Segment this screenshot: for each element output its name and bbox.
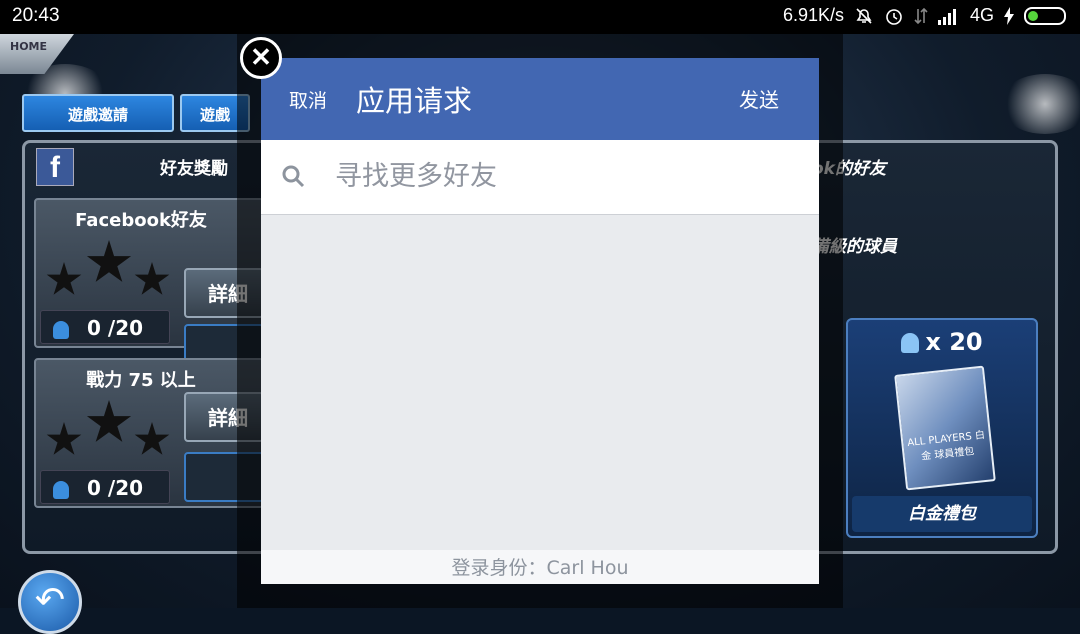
card-title: 戰力 75 以上 — [86, 370, 196, 391]
clock: 20:43 — [12, 5, 60, 26]
prize-pack-image: ALL PLAYERS 白金 球員禮包 — [894, 365, 996, 491]
prize-count: x 20 — [848, 328, 1036, 356]
status-bar: 20:43 6.91K/s 4G — [0, 0, 1080, 34]
user-icon — [53, 480, 69, 499]
signal-icon — [937, 8, 956, 25]
reward-title: 好友獎勵 — [160, 159, 228, 179]
cancel-button[interactable]: 取消 — [289, 86, 327, 113]
close-dialog-button[interactable]: ✕ — [240, 37, 282, 79]
back-button[interactable]: ↶ — [18, 570, 82, 634]
count-total: /20 — [107, 316, 144, 340]
dialog-header: 取消 应用请求 发送 — [261, 58, 819, 140]
data-icon — [914, 7, 928, 24]
stadium-light — [1000, 74, 1080, 134]
card-title: Facebook好友 — [75, 210, 207, 231]
search-icon — [282, 165, 305, 188]
search-input[interactable] — [335, 156, 775, 196]
friend-list[interactable] — [261, 215, 819, 550]
user-icon — [53, 320, 69, 339]
stars-icon — [46, 400, 170, 460]
logged-in-as: 登录身份：Carl Hou — [261, 550, 819, 584]
tab-game-invite[interactable]: 遊戲邀請 — [22, 94, 174, 132]
count-value: 0 — [87, 476, 101, 500]
count-total: /20 — [107, 476, 144, 500]
alarm-icon — [886, 8, 902, 25]
progress-counter: 0 /20 — [40, 310, 170, 344]
prize-label: 白金禮包 — [852, 496, 1032, 532]
dialog-title: 应用请求 — [356, 84, 473, 118]
app-request-dialog: 取消 应用请求 发送 登录身份：Carl Hou — [261, 58, 819, 584]
prize-count-label: x 20 — [925, 328, 983, 356]
close-icon: ✕ — [250, 42, 272, 72]
user-icon — [901, 333, 920, 353]
prize-card[interactable]: x 20 ALL PLAYERS 白金 球員禮包 白金禮包 — [846, 318, 1038, 538]
stars-icon — [46, 240, 170, 300]
facebook-icon: f — [36, 148, 74, 186]
charging-icon — [1004, 6, 1014, 25]
status-icons: 6.91K/s 4G — [783, 5, 1066, 26]
mute-icon — [856, 7, 872, 24]
friend-search-bar — [261, 140, 819, 215]
back-arrow-icon: ↶ — [34, 580, 66, 621]
network-type: 4G — [969, 5, 994, 25]
battery-icon — [1024, 6, 1066, 25]
count-value: 0 — [87, 316, 101, 340]
send-button[interactable]: 发送 — [739, 84, 779, 113]
pack-text: ALL PLAYERS 白金 球員禮包 — [906, 429, 986, 463]
progress-counter: 0 /20 — [40, 470, 170, 504]
network-speed: 6.91K/s — [782, 5, 844, 25]
